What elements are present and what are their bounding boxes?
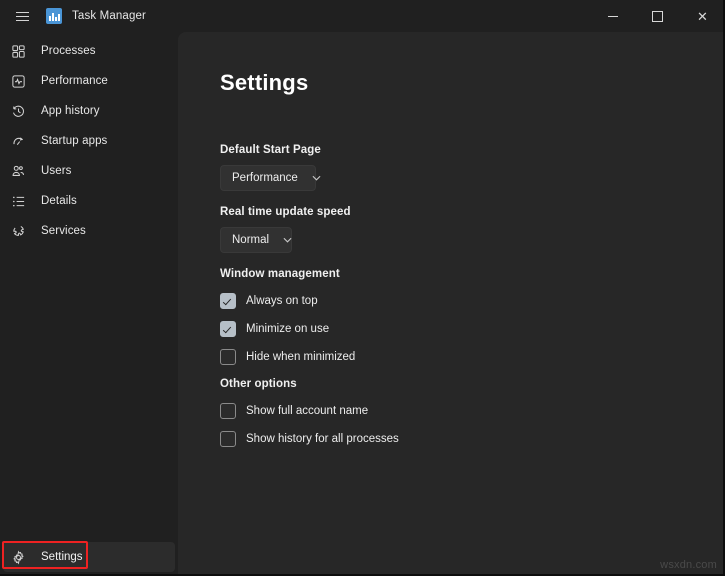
checkbox-row-show-full-account-name[interactable]: Show full account name	[220, 399, 399, 423]
group-label: Other options	[220, 378, 297, 390]
minimize-button[interactable]	[590, 0, 635, 32]
checkbox-row-hide-when-minimized[interactable]: Hide when minimized	[220, 345, 355, 369]
sidebar-item-services[interactable]: Services	[3, 216, 175, 246]
sidebar-item-performance[interactable]: Performance	[3, 66, 175, 96]
checkbox-row-show-history-all-processes[interactable]: Show history for all processes	[220, 427, 399, 451]
title-bar: Task Manager ✕	[0, 0, 723, 32]
services-gear-icon	[9, 222, 27, 240]
checkbox-minimize-on-use[interactable]	[220, 321, 236, 337]
checkbox-label: Always on top	[246, 295, 318, 307]
chevron-down-icon	[283, 236, 292, 245]
hamburger-menu-icon[interactable]	[6, 0, 38, 32]
checkbox-label: Show history for all processes	[246, 433, 399, 445]
update-speed-dropdown[interactable]: Normal	[220, 227, 292, 253]
sidebar-item-label: Services	[41, 225, 86, 237]
task-manager-window: Task Manager ✕ Processes Performance App…	[0, 0, 725, 576]
checkbox-show-history-all-processes[interactable]	[220, 431, 236, 447]
dropdown-value: Normal	[232, 234, 270, 246]
checkbox-row-always-on-top[interactable]: Always on top	[220, 289, 355, 313]
sidebar-item-label: Processes	[41, 45, 96, 57]
performance-pulse-icon	[9, 72, 27, 90]
maximize-button[interactable]	[635, 0, 680, 32]
settings-content-panel: Settings Default Start Page Performance …	[178, 32, 723, 574]
window-controls: ✕	[590, 0, 723, 32]
checkbox-always-on-top[interactable]	[220, 293, 236, 309]
dropdown-value: Performance	[232, 172, 298, 184]
group-label: Window management	[220, 268, 340, 280]
page-title: Settings	[220, 70, 309, 95]
processes-grid-icon	[9, 42, 27, 60]
history-clock-icon	[9, 102, 27, 120]
chevron-down-icon	[312, 174, 321, 183]
sidebar-item-label: Users	[41, 165, 72, 177]
window-title: Task Manager	[72, 10, 147, 22]
sidebar-item-label: Performance	[41, 75, 108, 87]
sidebar-item-label: Settings	[41, 551, 83, 563]
checkbox-label: Minimize on use	[246, 323, 330, 335]
checkbox-label: Show full account name	[246, 405, 369, 417]
maximize-icon	[652, 10, 663, 22]
sidebar-item-settings[interactable]: Settings	[3, 542, 175, 572]
sidebar-navigation: Processes Performance App history Startu…	[0, 32, 178, 574]
checkbox-show-full-account-name[interactable]	[220, 403, 236, 419]
group-window-management: Window management Always on top Minimize…	[220, 268, 355, 369]
task-manager-chart-icon	[46, 8, 62, 24]
sidebar-item-details[interactable]: Details	[3, 186, 175, 216]
checkbox-label: Hide when minimized	[246, 351, 356, 363]
minimize-icon	[607, 15, 618, 17]
sidebar-item-startup-apps[interactable]: Startup apps	[3, 126, 175, 156]
sidebar-item-label: Details	[41, 195, 77, 207]
startup-rocket-icon	[9, 132, 27, 150]
default-start-page-dropdown[interactable]: Performance	[220, 165, 321, 191]
details-list-icon	[9, 192, 27, 210]
group-other-options: Other options Show full account name Sho…	[220, 378, 399, 451]
group-label: Real time update speed	[220, 206, 351, 218]
users-people-icon	[9, 162, 27, 180]
group-update-speed: Real time update speed Normal	[220, 206, 351, 253]
close-icon: ✕	[697, 8, 708, 24]
sidebar-item-users[interactable]: Users	[3, 156, 175, 186]
checkbox-row-minimize-on-use[interactable]: Minimize on use	[220, 317, 355, 341]
sidebar-item-app-history[interactable]: App history	[3, 96, 175, 126]
sidebar-item-processes[interactable]: Processes	[3, 36, 175, 66]
group-label: Default Start Page	[220, 144, 321, 156]
watermark: wsxdn.com	[660, 559, 717, 571]
sidebar-item-list: Processes Performance App history Startu…	[0, 32, 178, 246]
checkbox-hide-when-minimized[interactable]	[220, 349, 236, 365]
group-default-start-page: Default Start Page Performance	[220, 144, 321, 191]
close-button[interactable]: ✕	[680, 0, 723, 32]
settings-gear-icon	[9, 548, 27, 566]
sidebar-item-label: App history	[41, 105, 100, 117]
sidebar-item-label: Startup apps	[41, 135, 108, 147]
